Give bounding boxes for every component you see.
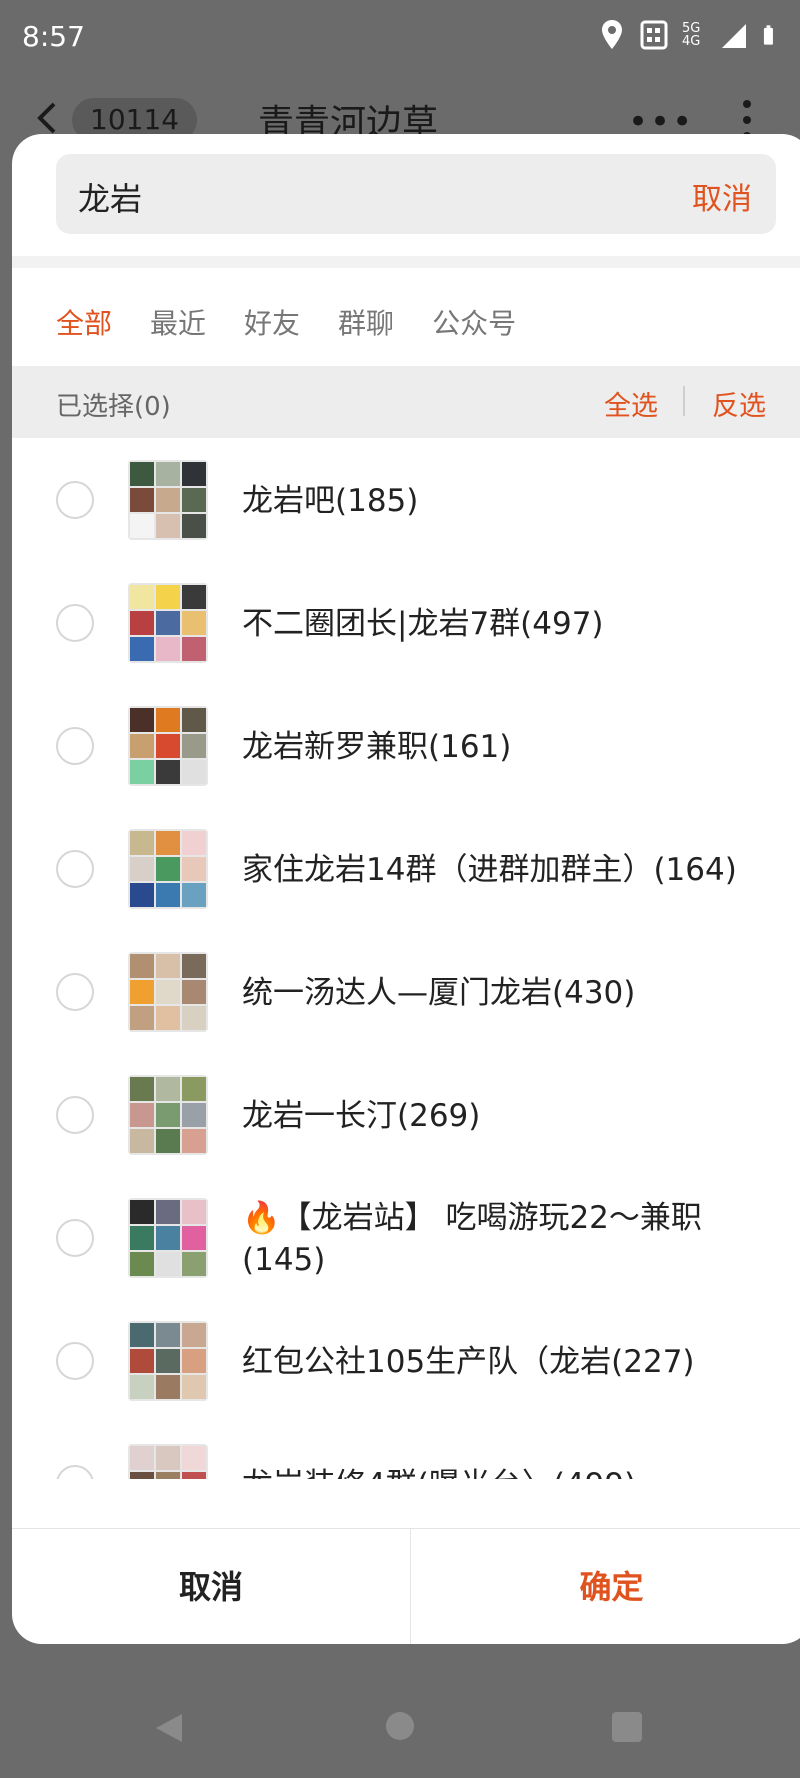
tab-official-accounts[interactable]: 公众号 [432,302,516,342]
status-time: 8:57 [22,20,85,53]
action-bar: 取消 确定 [12,1528,800,1644]
search-cancel-button[interactable]: 取消 [692,174,752,218]
battery-icon [763,25,773,45]
cancel-button[interactable]: 取消 [12,1529,410,1644]
tab-all[interactable]: 全部 [56,302,112,342]
separator [12,256,800,268]
divider [683,386,685,416]
location-icon [602,20,622,49]
group-avatar [128,1198,208,1278]
tab-recent[interactable]: 最近 [150,302,206,342]
group-avatar [128,1075,208,1155]
group-name: 龙岩一长汀(269) [242,1098,481,1134]
group-name: 红包公社105生产队（龙岩(227) [242,1344,695,1380]
list-item[interactable]: 龙岩装修4群(曝光台〉(499) [12,1423,800,1479]
selected-count: 已选择(0) [56,392,171,422]
list-item[interactable]: 龙岩新罗兼职(161) [12,685,800,808]
group-name: 龙岩吧(185) [242,483,419,519]
nav-back-icon[interactable] [154,1712,184,1744]
select-all-button[interactable]: 全选 [604,384,658,423]
group-name: 不二圈团长|龙岩7群(497) [242,606,604,642]
list-item[interactable]: 龙岩吧(185) [12,439,800,562]
filter-tabs: 全部 最近 好友 群聊 公众号 [56,302,516,342]
select-group-sheet: 龙岩 取消 全部 最近 好友 群聊 公众号 已选择(0) 全选 反选 龙岩吧(1… [12,134,800,1644]
signal-icon [722,24,746,48]
list-item[interactable]: 🔥【龙岩站】 吃喝游玩22～兼职(145) [12,1177,800,1300]
radio-button[interactable] [56,1342,94,1380]
invert-selection-button[interactable]: 反选 [712,384,766,423]
tab-groups[interactable]: 群聊 [338,302,394,342]
group-avatar [128,460,208,540]
group-name: 家住龙岩14群（进群加群主）(164) [242,852,737,888]
search-box[interactable]: 龙岩 取消 [56,154,776,234]
list-item[interactable]: 家住龙岩14群（进群加群主）(164) [12,808,800,931]
group-name: 统一汤达人—厦门龙岩(430) [242,975,636,1011]
group-name: 龙岩装修4群(曝光台〉(499) [242,1464,782,1479]
sim-icon [640,20,668,50]
list-item[interactable]: 红包公社105生产队（龙岩(227) [12,1300,800,1423]
navigation-bar [0,1664,800,1778]
status-icons: 5G 4G [598,18,780,52]
status-bar: 8:57 5G 4G [0,0,800,76]
radio-button[interactable] [56,1096,94,1134]
nav-recent-icon[interactable] [612,1712,642,1742]
group-avatar [128,952,208,1032]
radio-button[interactable] [56,973,94,1011]
selection-bar: 已选择(0) 全选 反选 [12,366,800,438]
radio-button[interactable] [56,850,94,888]
group-avatar [128,583,208,663]
search-input[interactable]: 龙岩 [78,174,142,220]
radio-button[interactable] [56,727,94,765]
nav-home-icon[interactable] [386,1712,414,1740]
group-avatar [128,1321,208,1401]
tab-friends[interactable]: 好友 [244,302,300,342]
back-arrow-icon [37,102,56,134]
group-avatar [128,706,208,786]
list-item[interactable]: 统一汤达人—厦门龙岩(430) [12,931,800,1054]
group-list: 龙岩吧(185) 不二圈团长|龙岩7群(497) 龙岩新罗兼职(161) 家住龙… [12,439,800,1479]
group-name: 龙岩新罗兼职(161) [242,729,512,765]
radio-button[interactable] [56,1465,94,1479]
radio-button[interactable] [56,1219,94,1257]
group-avatar [128,829,208,909]
confirm-button[interactable]: 确定 [411,1529,800,1644]
list-item[interactable]: 不二圈团长|龙岩7群(497) [12,562,800,685]
radio-button[interactable] [56,604,94,642]
radio-button[interactable] [56,481,94,519]
group-avatar [128,1444,208,1479]
network-type: 5G 4G [682,21,701,49]
list-item[interactable]: 龙岩一长汀(269) [12,1054,800,1177]
group-name: 🔥【龙岩站】 吃喝游玩22～兼职(145) [242,1200,702,1278]
